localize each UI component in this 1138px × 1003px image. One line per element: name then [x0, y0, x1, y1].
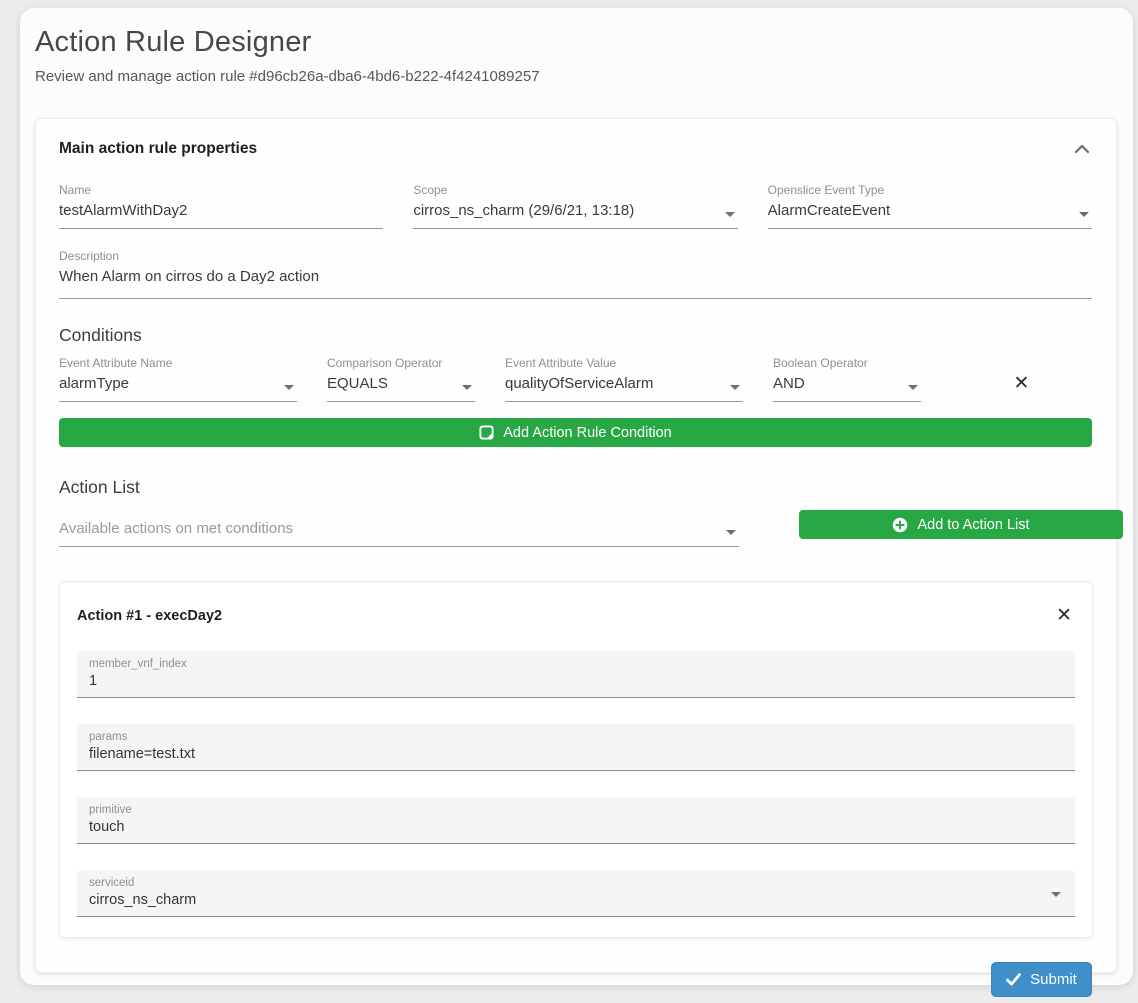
primitive-label: primitive [89, 804, 1063, 816]
caret-down-icon[interactable] [284, 385, 294, 390]
action-card-title: Action #1 - execDay2 [77, 608, 222, 624]
event-type-value[interactable]: AlarmCreateEvent [768, 202, 1092, 229]
description-value[interactable]: When Alarm on cirros do a Day2 action [59, 268, 1092, 299]
note-add-icon [479, 425, 494, 440]
submit-button[interactable]: Submit [991, 962, 1092, 997]
main-properties-heading: Main action rule properties [59, 140, 257, 158]
event-type-label: Openslice Event Type [768, 183, 1092, 197]
caret-down-icon[interactable] [462, 385, 472, 390]
serviceid-select[interactable]: serviceid cirros_ns_charm [77, 870, 1075, 917]
page-header: Action Rule Designer Review and manage a… [20, 8, 1133, 85]
name-value[interactable]: testAlarmWithDay2 [59, 202, 383, 229]
serviceid-value[interactable]: cirros_ns_charm [89, 892, 1063, 908]
params-field[interactable]: params filename=test.txt [77, 724, 1075, 771]
remove-action-button[interactable]: ✕ [1056, 606, 1072, 625]
serviceid-label: serviceid [89, 877, 1063, 889]
boolean-operator-value[interactable]: AND [773, 375, 921, 402]
main-form-card: Main action rule properties Name testAla… [35, 118, 1117, 973]
scope-label: Scope [413, 183, 737, 197]
boolean-operator-select[interactable]: Boolean Operator AND [773, 356, 921, 402]
name-field[interactable]: Name testAlarmWithDay2 [59, 183, 383, 229]
condition-row: Event Attribute Name alarmType Compariso… [59, 356, 1092, 402]
name-label: Name [59, 183, 383, 197]
event-attribute-value-value[interactable]: qualityOfServiceAlarm [505, 375, 743, 402]
available-actions-select[interactable]: Available actions on met conditions [59, 515, 739, 547]
member-vnf-index-label: member_vnf_index [89, 658, 1063, 670]
available-actions-placeholder[interactable]: Available actions on met conditions [59, 520, 739, 547]
check-icon [1006, 973, 1021, 986]
caret-down-icon[interactable] [908, 385, 918, 390]
comparison-operator-value[interactable]: EQUALS [327, 375, 475, 402]
conditions-heading: Conditions [59, 325, 1092, 346]
params-label: params [89, 731, 1063, 743]
caret-down-icon[interactable] [730, 385, 740, 390]
description-label: Description [59, 249, 1092, 263]
action-rule-designer-panel: Action Rule Designer Review and manage a… [20, 8, 1133, 985]
caret-down-icon[interactable] [1079, 212, 1089, 217]
caret-down-icon[interactable] [726, 530, 736, 535]
member-vnf-index-value[interactable]: 1 [89, 673, 1063, 689]
event-attribute-value-select[interactable]: Event Attribute Value qualityOfServiceAl… [505, 356, 743, 402]
description-field[interactable]: Description When Alarm on cirros do a Da… [59, 249, 1092, 299]
comparison-operator-select[interactable]: Comparison Operator EQUALS [327, 356, 475, 402]
caret-down-icon[interactable] [725, 212, 735, 217]
event-attribute-name-label: Event Attribute Name [59, 356, 297, 370]
add-condition-label: Add Action Rule Condition [503, 425, 671, 441]
action-list-row: Available actions on met conditions Add … [59, 510, 1092, 547]
boolean-operator-label: Boolean Operator [773, 356, 921, 370]
remove-condition-button[interactable]: ✕ [1014, 374, 1030, 393]
plus-circle-icon [892, 517, 908, 533]
event-attribute-name-value[interactable]: alarmType [59, 375, 297, 402]
params-value[interactable]: filename=test.txt [89, 746, 1063, 762]
add-to-action-list-label: Add to Action List [917, 517, 1029, 533]
primitive-field[interactable]: primitive touch [77, 797, 1075, 844]
member-vnf-index-field[interactable]: member_vnf_index 1 [77, 651, 1075, 698]
primitive-value[interactable]: touch [89, 819, 1063, 835]
action-list-heading: Action List [59, 477, 1092, 498]
add-to-action-list-button[interactable]: Add to Action List [799, 510, 1123, 539]
scope-value[interactable]: cirros_ns_charm (29/6/21, 13:18) [413, 202, 737, 229]
action-card: Action #1 - execDay2 ✕ member_vnf_index … [59, 581, 1093, 938]
caret-down-icon[interactable] [1051, 892, 1061, 897]
page-title: Action Rule Designer [35, 26, 1118, 59]
comparison-operator-label: Comparison Operator [327, 356, 475, 370]
scope-select[interactable]: Scope cirros_ns_charm (29/6/21, 13:18) [413, 183, 737, 229]
submit-label: Submit [1030, 971, 1077, 988]
event-attribute-name-select[interactable]: Event Attribute Name alarmType [59, 356, 297, 402]
chevron-up-icon[interactable] [1072, 142, 1092, 156]
event-attribute-value-label: Event Attribute Value [505, 356, 743, 370]
event-type-select[interactable]: Openslice Event Type AlarmCreateEvent [768, 183, 1092, 229]
add-condition-button[interactable]: Add Action Rule Condition [59, 418, 1092, 447]
page-subtitle: Review and manage action rule #d96cb26a-… [35, 68, 1118, 85]
